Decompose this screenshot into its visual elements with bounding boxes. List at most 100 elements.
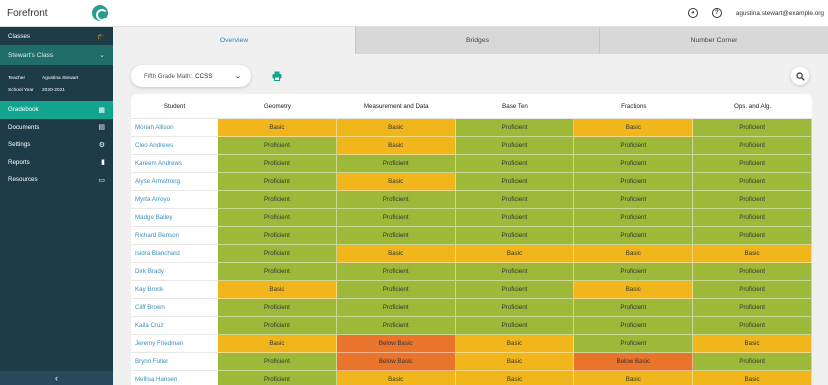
avatar-icon[interactable]: ◕ [687, 8, 698, 18]
student-name-link[interactable]: Cliff Brown [131, 299, 218, 317]
student-name-link[interactable]: Alyse Armstrong [131, 173, 218, 191]
score-cell[interactable]: Basic [455, 371, 575, 385]
student-name-link[interactable]: Moriah Allison [131, 119, 218, 137]
score-cell[interactable]: Proficient [574, 227, 694, 245]
score-cell[interactable]: Proficient [693, 281, 812, 299]
sidebar-item-settings[interactable]: Settings ⚙ [0, 136, 113, 154]
score-cell[interactable]: Basic [693, 371, 812, 385]
score-cell[interactable]: Proficient [455, 119, 575, 137]
score-cell[interactable]: Basic [574, 371, 694, 385]
score-cell[interactable]: Proficient [336, 299, 456, 317]
curriculum-dropdown[interactable]: Fifth Grade Math: CCSS ⌄ [131, 65, 251, 87]
score-cell[interactable]: Basic [336, 119, 456, 137]
print-icon[interactable] [272, 71, 282, 81]
column-header[interactable]: Measurement and Data [337, 94, 456, 118]
collapse-sidebar-button[interactable]: ‹ [0, 371, 113, 385]
score-cell[interactable]: Proficient [455, 317, 575, 335]
tab-bridges[interactable]: Bridges [355, 27, 599, 54]
score-cell[interactable]: Proficient [218, 317, 337, 335]
score-cell[interactable]: Proficient [693, 263, 812, 281]
student-name-link[interactable]: Kay Brock [131, 281, 218, 299]
score-cell[interactable]: Proficient [336, 209, 456, 227]
score-cell[interactable]: Proficient [218, 191, 337, 209]
score-cell[interactable]: Proficient [574, 173, 694, 191]
score-cell[interactable]: Proficient [574, 191, 694, 209]
score-cell[interactable]: Proficient [693, 191, 812, 209]
score-cell[interactable]: Proficient [693, 317, 812, 335]
column-header[interactable]: Geometry [218, 94, 337, 118]
score-cell[interactable]: Proficient [693, 299, 812, 317]
score-cell[interactable]: Proficient [693, 137, 812, 155]
sidebar-item-resources[interactable]: Resources ▭ [0, 171, 113, 189]
score-cell[interactable]: Proficient [218, 155, 337, 173]
score-cell[interactable]: Proficient [455, 155, 575, 173]
score-cell[interactable]: Proficient [218, 173, 337, 191]
student-name-link[interactable]: Richard Benson [131, 227, 218, 245]
student-name-link[interactable]: Kaila Cruz [131, 317, 218, 335]
score-cell[interactable]: Below Basic [574, 353, 694, 371]
score-cell[interactable]: Proficient [336, 155, 456, 173]
score-cell[interactable]: Proficient [693, 353, 812, 371]
score-cell[interactable]: Proficient [574, 299, 694, 317]
score-cell[interactable]: Proficient [693, 227, 812, 245]
column-header[interactable]: Student [131, 94, 218, 118]
sidebar-item-gradebook[interactable]: Gradebook ▦ [0, 101, 113, 119]
student-name-link[interactable]: Kareem Andrews [131, 155, 218, 173]
column-header[interactable]: Fractions [574, 94, 693, 118]
score-cell[interactable]: Basic [218, 281, 337, 299]
score-cell[interactable]: Proficient [455, 173, 575, 191]
score-cell[interactable]: Proficient [693, 119, 812, 137]
score-cell[interactable]: Proficient [455, 299, 575, 317]
score-cell[interactable]: Proficient [336, 281, 456, 299]
score-cell[interactable]: Proficient [455, 137, 575, 155]
score-cell[interactable]: Proficient [218, 227, 337, 245]
student-name-link[interactable]: Mellisa Hansen [131, 371, 218, 385]
score-cell[interactable]: Basic [218, 119, 337, 137]
tab-overview[interactable]: Overview [113, 27, 355, 54]
classes-menu[interactable]: Classes 🎓 [0, 27, 113, 45]
score-cell[interactable]: Basic [574, 245, 694, 263]
score-cell[interactable]: Proficient [218, 371, 337, 385]
score-cell[interactable]: Proficient [574, 209, 694, 227]
help-icon[interactable]: ? [711, 8, 722, 18]
score-cell[interactable]: Proficient [336, 191, 456, 209]
score-cell[interactable]: Proficient [218, 263, 337, 281]
search-button[interactable] [791, 67, 809, 85]
score-cell[interactable]: Proficient [218, 245, 337, 263]
score-cell[interactable]: Proficient [693, 173, 812, 191]
score-cell[interactable]: Basic [574, 281, 694, 299]
tab-number-corner[interactable]: Number Corner [599, 27, 828, 54]
score-cell[interactable]: Proficient [455, 209, 575, 227]
student-name-link[interactable]: Dirk Brady [131, 263, 218, 281]
score-cell[interactable]: Proficient [693, 155, 812, 173]
score-cell[interactable]: Basic [455, 353, 575, 371]
score-cell[interactable]: Proficient [574, 263, 694, 281]
score-cell[interactable]: Proficient [574, 155, 694, 173]
student-name-link[interactable]: Jeremy Friedman [131, 335, 218, 353]
score-cell[interactable]: Basic [336, 245, 456, 263]
score-cell[interactable]: Basic [336, 137, 456, 155]
student-name-link[interactable]: Brynn Fuller [131, 353, 218, 371]
sidebar-item-reports[interactable]: Reports ▮ [0, 154, 113, 172]
student-name-link[interactable]: Isidra Blanchard [131, 245, 218, 263]
score-cell[interactable]: Proficient [455, 263, 575, 281]
student-name-link[interactable]: Madge Bailey [131, 209, 218, 227]
score-cell[interactable]: Basic [693, 335, 812, 353]
score-cell[interactable]: Below Basic [336, 335, 456, 353]
score-cell[interactable]: Proficient [574, 137, 694, 155]
student-name-link[interactable]: Cleo Andrews [131, 137, 218, 155]
column-header[interactable]: Ops. and Alg. [693, 94, 812, 118]
score-cell[interactable]: Basic [574, 119, 694, 137]
score-cell[interactable]: Proficient [336, 317, 456, 335]
score-cell[interactable]: Basic [336, 371, 456, 385]
score-cell[interactable]: Basic [455, 245, 575, 263]
score-cell[interactable]: Proficient [218, 353, 337, 371]
sidebar-item-documents[interactable]: Documents ▤ [0, 119, 113, 137]
score-cell[interactable]: Proficient [218, 137, 337, 155]
score-cell[interactable]: Proficient [693, 209, 812, 227]
score-cell[interactable]: Proficient [574, 335, 694, 353]
score-cell[interactable]: Proficient [336, 263, 456, 281]
user-email[interactable]: agustina.stewart@example.org [736, 10, 824, 17]
score-cell[interactable]: Basic [336, 173, 456, 191]
class-selector[interactable]: Stewart's Class ⌄ [0, 45, 113, 65]
